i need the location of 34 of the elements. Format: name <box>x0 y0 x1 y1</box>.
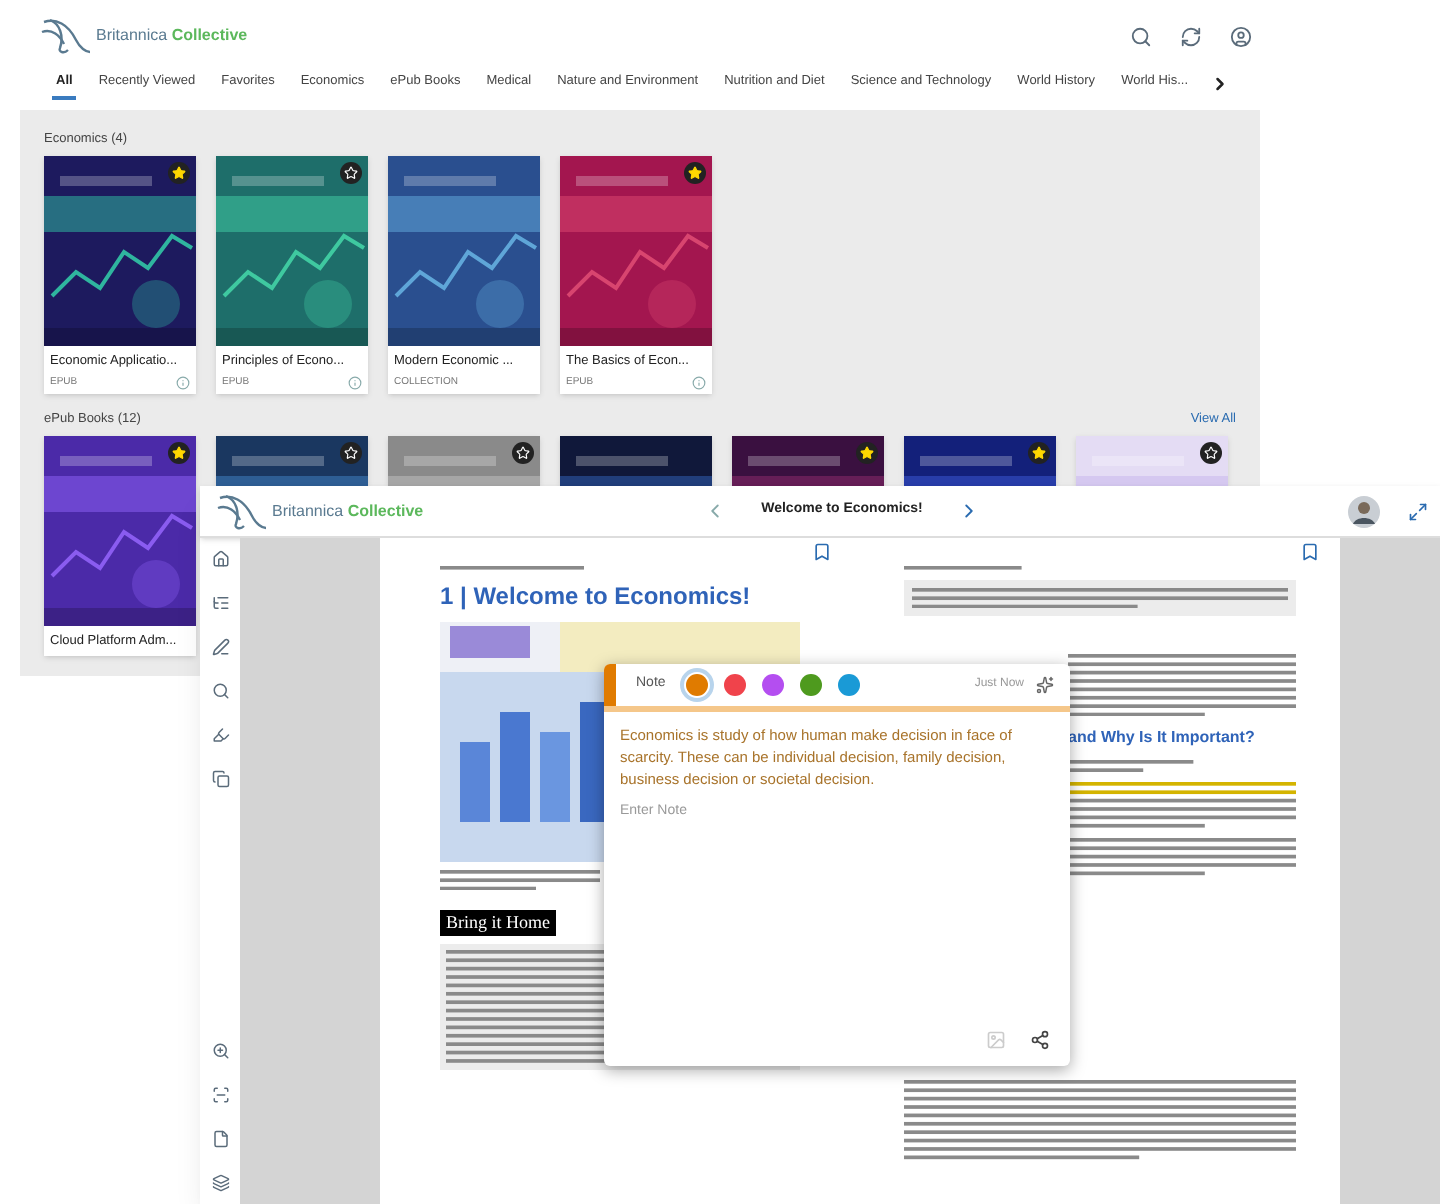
section-heading: and Why Is It Important? <box>1068 726 1257 751</box>
page-heading: 1 | Welcome to Economics! <box>440 579 753 614</box>
share-icon[interactable] <box>1030 1030 1050 1050</box>
layers-icon[interactable] <box>211 1174 229 1192</box>
bookmark-icon[interactable] <box>1300 542 1320 562</box>
bookmark-icon[interactable] <box>812 542 832 562</box>
home-icon[interactable] <box>211 550 229 568</box>
highlighter-icon[interactable] <box>211 726 229 744</box>
page-icon[interactable] <box>211 1130 229 1148</box>
logo-icon <box>216 491 268 531</box>
color-swatch[interactable] <box>723 674 746 696</box>
color-swatch[interactable] <box>761 674 784 696</box>
logo-text: Britannica Collective <box>96 24 248 48</box>
pages-icon[interactable] <box>211 770 229 788</box>
fit-page-icon[interactable] <box>211 1086 229 1104</box>
expand-icon[interactable] <box>1408 501 1428 521</box>
avatar[interactable] <box>1348 495 1380 527</box>
color-swatch[interactable] <box>799 674 822 696</box>
account-icon[interactable] <box>1230 25 1252 47</box>
text-lines-drawing <box>440 566 584 570</box>
search-icon[interactable] <box>1130 25 1152 47</box>
banner: Bring it Home <box>440 909 556 937</box>
color-swatch[interactable] <box>837 674 860 696</box>
color-swatch[interactable] <box>685 674 708 696</box>
sync-icon[interactable] <box>1180 25 1202 47</box>
text-lines-drawing <box>1068 760 1194 773</box>
zoom-in-icon[interactable] <box>211 1042 229 1060</box>
logo-icon <box>40 16 92 56</box>
text-lines-drawing <box>904 566 1022 570</box>
pen-icon[interactable] <box>211 638 229 656</box>
logo-text: Britannica Collective <box>272 499 424 523</box>
contents-icon[interactable] <box>211 594 229 612</box>
search-icon[interactable] <box>211 682 229 700</box>
sparkle-icon[interactable] <box>1036 676 1054 694</box>
